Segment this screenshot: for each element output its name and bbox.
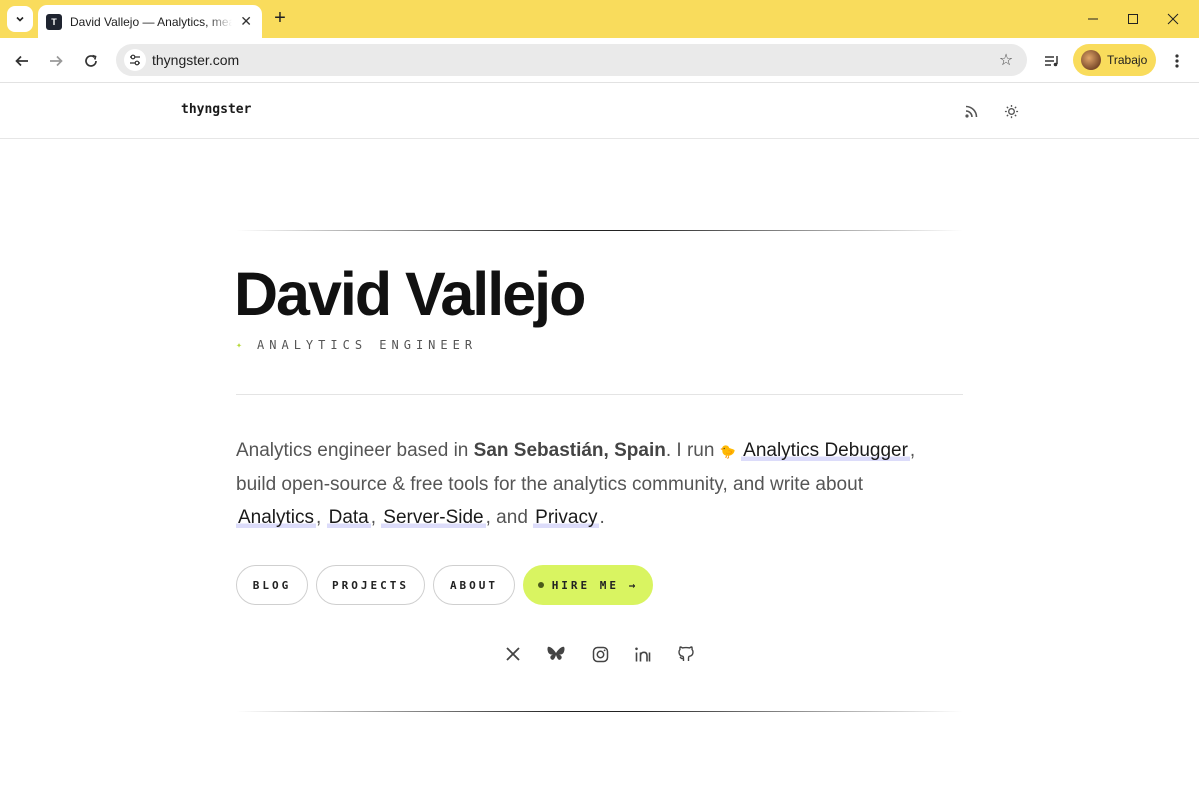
forward-button[interactable] (43, 48, 69, 74)
data-topic-link[interactable]: Data (326, 507, 371, 528)
chick-emoji-icon: 🐤 (719, 444, 736, 459)
bio-text: , (370, 507, 377, 528)
projects-button[interactable]: PROJECTS (316, 565, 425, 605)
close-tab-button[interactable]: ✕ (238, 13, 254, 30)
instagram-icon[interactable] (589, 643, 611, 665)
close-window-button[interactable] (1153, 0, 1193, 38)
browser-toolbar: thyngster.com ☆ Trabajo (0, 38, 1199, 83)
page-title: David Vallejo (234, 260, 586, 328)
minimize-icon (1088, 18, 1098, 20)
bio-paragraph: Analytics engineer based in San Sebastiá… (236, 434, 936, 534)
avatar (1081, 50, 1101, 70)
site-header: thyngster (0, 84, 1199, 139)
about-button[interactable]: ABOUT (433, 565, 515, 605)
privacy-topic-link[interactable]: Privacy (533, 507, 600, 528)
hire-me-button[interactable]: HIRE ME → (523, 565, 653, 605)
server-side-topic-link[interactable]: Server-Side (381, 507, 486, 528)
favicon-icon: T (46, 13, 62, 30)
bio-text: , (909, 440, 916, 461)
sparkle-icon: ✦ (236, 339, 248, 351)
media-controls-button[interactable] (1040, 48, 1064, 74)
role-text: ANALYTICS ENGINEER (257, 338, 478, 352)
browser-tab[interactable]: T David Vallejo — Analytics, measurement… (38, 5, 262, 38)
rss-icon (964, 105, 977, 118)
theme-toggle-button[interactable] (1001, 101, 1021, 121)
bio-text: Analytics engineer based in (236, 440, 474, 461)
analytics-topic-link[interactable]: Analytics (236, 507, 317, 528)
tab-search-button[interactable] (7, 6, 33, 32)
site-info-button[interactable] (124, 49, 146, 71)
reload-icon (85, 54, 97, 67)
hire-me-button-label: HIRE ME → (551, 578, 639, 592)
profile-button[interactable]: Trabajo (1073, 44, 1156, 76)
bio-text: . I run (665, 440, 720, 461)
hero-divider (236, 394, 963, 395)
new-tab-button[interactable]: + (268, 8, 292, 30)
profile-label: Trabajo (1107, 53, 1148, 67)
tune-icon (130, 54, 140, 66)
tab-strip: T David Vallejo — Analytics, measurement… (0, 0, 1199, 38)
bio-location: San Sebastián, Spain (473, 440, 666, 461)
more-vertical-icon (1175, 54, 1179, 68)
close-icon (1167, 13, 1179, 25)
tab-title: David Vallejo — Analytics, measurement (70, 14, 233, 29)
x-icon[interactable] (502, 643, 524, 665)
bio-text: , and (485, 507, 528, 528)
projects-button-label: PROJECTS (332, 578, 409, 592)
bio-text: . (599, 507, 605, 528)
arrow-left-icon (15, 55, 28, 67)
bio-text: build open-source & free tools for the a… (236, 474, 863, 495)
bottom-divider (236, 711, 963, 712)
bookmark-star-icon[interactable]: ☆ (991, 50, 1021, 70)
maximize-icon (1128, 14, 1138, 24)
reload-button[interactable] (78, 48, 104, 74)
blog-button[interactable]: BLOG (236, 565, 308, 605)
github-icon[interactable] (675, 643, 697, 665)
chevron-down-icon (16, 16, 24, 22)
top-divider (236, 230, 963, 231)
bluesky-icon[interactable] (545, 643, 567, 665)
linkedin-icon[interactable] (632, 643, 654, 665)
sun-icon (1004, 104, 1018, 118)
role-subtitle: ✦ ANALYTICS ENGINEER (236, 338, 477, 352)
back-button[interactable] (9, 48, 35, 74)
url-text: thyngster.com (152, 52, 240, 68)
site-logo[interactable]: thyngster (181, 102, 251, 117)
address-bar[interactable]: thyngster.com ☆ (116, 44, 1027, 76)
maximize-button[interactable] (1113, 0, 1153, 38)
minimize-button[interactable] (1073, 0, 1113, 38)
status-dot-icon (537, 582, 544, 588)
blog-button-label: BLOG (252, 578, 292, 592)
analytics-debugger-link[interactable]: Analytics Debugger (741, 440, 910, 461)
bio-text: , (316, 507, 322, 528)
rss-button[interactable] (961, 101, 981, 121)
browser-menu-button[interactable] (1166, 48, 1188, 74)
arrow-right-icon (50, 55, 63, 67)
playlist-icon (1045, 56, 1058, 67)
about-button-label: ABOUT (449, 578, 499, 592)
